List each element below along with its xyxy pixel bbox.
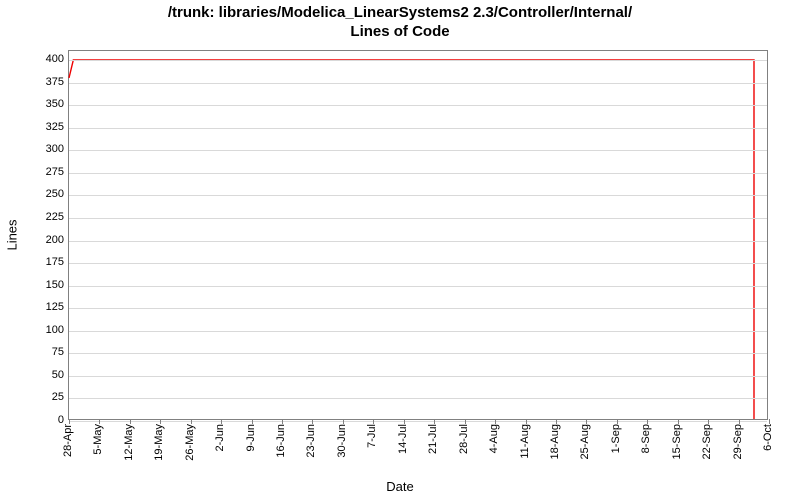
y-tick-label: 100	[4, 324, 64, 336]
y-gridline	[69, 60, 767, 61]
y-gridline	[69, 241, 767, 242]
y-gridline	[69, 128, 767, 129]
y-gridline	[69, 421, 767, 422]
x-tick-label: 23-Jun	[305, 424, 317, 458]
x-tick-label: 7-Jul	[366, 424, 378, 448]
x-tick-label: 9-Jun	[245, 424, 257, 452]
x-tick-label: 21-Jul	[427, 424, 439, 454]
y-gridline	[69, 83, 767, 84]
y-tick-label: 375	[4, 76, 64, 88]
x-axis-label: Date	[0, 479, 800, 494]
y-gridline	[69, 308, 767, 309]
x-tick-label: 14-Jul	[397, 424, 409, 454]
y-tick-label: 300	[4, 143, 64, 155]
y-gridline	[69, 173, 767, 174]
x-tick-label: 22-Sep	[701, 424, 713, 459]
y-gridline	[69, 263, 767, 264]
loc-chart: /trunk: libraries/Modelica_LinearSystems…	[0, 0, 800, 500]
x-tick-label: 8-Sep	[640, 424, 652, 453]
plot-area	[68, 50, 768, 420]
y-tick-label: 325	[4, 121, 64, 133]
x-tick-label: 15-Sep	[671, 424, 683, 459]
x-tick-label: 5-May	[92, 424, 104, 455]
y-tick-label: 275	[4, 166, 64, 178]
x-tick-label: 29-Sep	[732, 424, 744, 459]
x-tick-label: 12-May	[123, 424, 135, 461]
y-tick-label: 75	[4, 346, 64, 358]
y-gridline	[69, 398, 767, 399]
y-gridline	[69, 105, 767, 106]
y-tick-label: 125	[4, 301, 64, 313]
y-tick-label: 350	[4, 98, 64, 110]
y-tick-label: 200	[4, 234, 64, 246]
y-gridline	[69, 286, 767, 287]
y-gridline	[69, 218, 767, 219]
x-tick-label: 28-Jul	[458, 424, 470, 454]
x-tick-label: 26-May	[184, 424, 196, 461]
x-tick-label: 19-May	[153, 424, 165, 461]
x-tick-label: 28-Apr	[62, 424, 74, 457]
x-tick-label: 18-Aug	[549, 424, 561, 459]
data-series-svg	[69, 51, 767, 419]
y-gridline	[69, 376, 767, 377]
x-tick-label: 6-Oct	[762, 424, 774, 451]
x-tick-label: 30-Jun	[336, 424, 348, 458]
title-line-1: /trunk: libraries/Modelica_LinearSystems…	[168, 4, 632, 21]
chart-title: /trunk: libraries/Modelica_LinearSystems…	[0, 4, 800, 42]
x-tick-label: 4-Aug	[488, 424, 500, 453]
y-gridline	[69, 150, 767, 151]
y-tick-label: 25	[4, 391, 64, 403]
x-tick-label: 2-Jun	[214, 424, 226, 452]
x-tick-label: 16-Jun	[275, 424, 287, 458]
y-tick-label: 175	[4, 256, 64, 268]
x-tick-label: 11-Aug	[519, 424, 531, 459]
y-tick-label: 50	[4, 369, 64, 381]
x-tick-label: 1-Sep	[610, 424, 622, 453]
y-tick-label: 225	[4, 211, 64, 223]
y-tick-label: 250	[4, 188, 64, 200]
x-tick-label: 25-Aug	[579, 424, 591, 459]
y-gridline	[69, 331, 767, 332]
y-tick-label: 400	[4, 53, 64, 65]
y-gridline	[69, 195, 767, 196]
y-tick-label: 150	[4, 279, 64, 291]
y-tick-label: 0	[4, 414, 64, 426]
title-line-2: Lines of Code	[350, 23, 449, 40]
y-gridline	[69, 353, 767, 354]
